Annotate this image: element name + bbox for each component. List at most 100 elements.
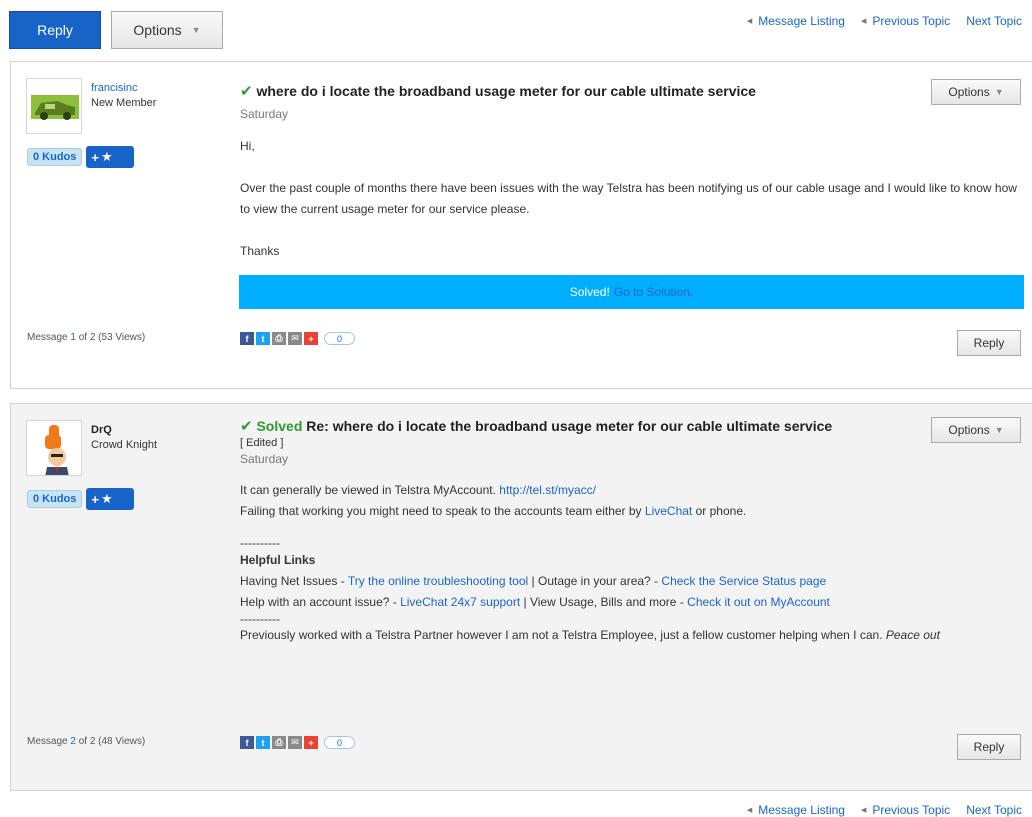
- livechat-link[interactable]: LiveChat: [645, 504, 692, 518]
- line1-text: It can generally be viewed in Telstra My…: [240, 483, 496, 497]
- options-label: Options: [133, 22, 182, 38]
- topic-navigation: ◀ Message Listing ◀ Previous Topic Next …: [747, 14, 1022, 28]
- previous-topic-link[interactable]: ◀ Previous Topic: [861, 14, 950, 28]
- message-number-link[interactable]: 1: [70, 332, 76, 343]
- email-icon[interactable]: ✉: [288, 736, 302, 749]
- helpful-links-heading: Helpful Links: [240, 553, 316, 567]
- troubleshooting-tool-link[interactable]: Try the online troubleshooting tool: [348, 574, 528, 588]
- signature-text: Previously worked with a Telstra Partner…: [240, 628, 883, 642]
- share-count: 0: [324, 332, 356, 345]
- give-kudos-button[interactable]: + ★: [86, 146, 135, 168]
- arrow-left-icon: ◀: [860, 807, 867, 814]
- body-greeting: Hi,: [240, 139, 255, 153]
- message-count: Message 2 of 2 (48 Views): [27, 736, 145, 747]
- message-count-prefix: Message: [27, 736, 68, 747]
- give-kudos-button[interactable]: + ★: [86, 488, 135, 510]
- edited-tag: [ Edited ]: [240, 437, 284, 449]
- reply-button[interactable]: Reply: [957, 734, 1021, 760]
- print-icon[interactable]: ⎙: [272, 332, 286, 345]
- solved-banner: Solved! Go to Solution.: [239, 275, 1024, 309]
- avatar[interactable]: [26, 78, 82, 134]
- message-options-button[interactable]: Options ▼: [931, 79, 1021, 105]
- signature-italic: Peace out: [885, 628, 940, 642]
- message-options-button[interactable]: Options ▼: [931, 417, 1021, 443]
- reply-button[interactable]: Reply: [9, 11, 101, 49]
- next-topic-link[interactable]: Next Topic: [966, 803, 1022, 817]
- body-line-2: Failing that working you might need to s…: [240, 501, 1030, 522]
- service-status-link[interactable]: Check the Service Status page: [661, 574, 826, 588]
- email-icon[interactable]: ✉: [288, 332, 302, 345]
- divider-text: ----------: [240, 536, 280, 550]
- post-date: Saturday: [240, 452, 289, 466]
- message-count-suffix: of 2 (48 Views): [78, 736, 146, 747]
- subject-text: where do i locate the broadband usage me…: [256, 83, 756, 99]
- hl2-pre: Help with an account issue? -: [240, 595, 397, 609]
- message-subject: ✔ Solved Re: where do i locate the broad…: [240, 417, 832, 435]
- body-line-1: It can generally be viewed in Telstra My…: [240, 480, 1030, 501]
- share-buttons: f t ⎙ ✉ + 0: [240, 736, 356, 749]
- google-plus-icon[interactable]: +: [304, 332, 318, 345]
- myaccount-url-link[interactable]: http://tel.st/myacc/: [499, 483, 596, 497]
- plus-icon: +: [91, 491, 99, 507]
- message-listing-label: Message Listing: [758, 803, 845, 817]
- myaccount-link[interactable]: Check it out on MyAccount: [687, 595, 830, 609]
- message-post: francisinc New Member 0 Kudos + ★ ✔ wher…: [10, 61, 1032, 389]
- message-listing-label: Message Listing: [758, 14, 845, 28]
- options-button[interactable]: Options ▼: [111, 11, 223, 49]
- hl1-mid: | Outage in your area? -: [531, 574, 659, 588]
- solved-label: Solved: [256, 418, 303, 434]
- hl2-mid: | View Usage, Bills and more -: [523, 595, 684, 609]
- next-topic-link[interactable]: Next Topic: [966, 14, 1022, 28]
- top-toolbar: Reply Options ▼ ◀ Message Listing ◀ Prev…: [0, 0, 1032, 56]
- share-buttons: f t ⎙ ✉ + 0: [240, 332, 356, 345]
- hl1-pre: Having Net Issues -: [240, 574, 345, 588]
- caret-down-icon: ▼: [994, 87, 1004, 97]
- author-name-link[interactable]: DrQ: [91, 424, 157, 436]
- solved-label: Solved!: [569, 285, 610, 299]
- author-rank: Crowd Knight: [91, 439, 158, 451]
- plus-icon: +: [91, 149, 99, 165]
- star-icon: ★: [101, 491, 113, 506]
- reply-button[interactable]: Reply: [957, 330, 1021, 356]
- previous-topic-link[interactable]: ◀ Previous Topic: [861, 803, 950, 817]
- avatar[interactable]: [26, 420, 82, 476]
- go-to-solution-link[interactable]: Go to Solution.: [614, 285, 693, 299]
- arrow-left-icon: ◀: [746, 18, 753, 25]
- message-number-link[interactable]: 2: [70, 736, 76, 747]
- topic-navigation-bottom: ◀ Message Listing ◀ Previous Topic Next …: [747, 803, 1022, 817]
- kudos-count[interactable]: 0 Kudos: [27, 490, 83, 508]
- message-listing-link[interactable]: ◀ Message Listing: [747, 14, 845, 28]
- print-icon[interactable]: ⎙: [272, 736, 286, 749]
- author-name-link[interactable]: francisinc: [91, 82, 156, 94]
- post-date: Saturday: [240, 107, 289, 121]
- message-body: Hi, Over the past couple of months there…: [240, 136, 1030, 262]
- message-post: DrQ Crowd Knight 0 Kudos + ★ ✔ Solved Re…: [10, 403, 1032, 791]
- kudos-row: 0 Kudos + ★: [27, 488, 135, 510]
- caret-down-icon: ▼: [191, 25, 201, 35]
- line2-pre: Failing that working you might need to s…: [240, 504, 642, 518]
- kudos-count[interactable]: 0 Kudos: [27, 148, 83, 166]
- next-topic-label: Next Topic: [966, 14, 1022, 28]
- facebook-icon[interactable]: f: [240, 332, 254, 345]
- twitter-icon[interactable]: t: [256, 736, 270, 749]
- helpful-links-row-1: Having Net Issues - Try the online troub…: [240, 571, 1030, 592]
- twitter-icon[interactable]: t: [256, 332, 270, 345]
- cartoon-avatar-icon: [27, 421, 81, 475]
- facebook-icon[interactable]: f: [240, 736, 254, 749]
- google-plus-icon[interactable]: +: [304, 736, 318, 749]
- line2-post: or phone.: [695, 504, 747, 518]
- author-info: DrQ Crowd Knight: [91, 424, 157, 451]
- arrow-left-icon: ◀: [860, 18, 867, 25]
- kudos-row: 0 Kudos + ★: [27, 146, 135, 168]
- subject-text: Re: where do i locate the broadband usag…: [306, 418, 833, 434]
- message-listing-link[interactable]: ◀ Message Listing: [747, 803, 845, 817]
- previous-topic-label: Previous Topic: [872, 14, 951, 28]
- livechat-support-link[interactable]: LiveChat 24x7 support: [400, 595, 520, 609]
- checkmark-icon: ✔: [240, 83, 253, 100]
- caret-down-icon: ▼: [994, 425, 1004, 435]
- divider-text: ----------: [240, 612, 280, 626]
- checkmark-icon: ✔: [240, 418, 253, 435]
- body-paragraph: Over the past couple of months there hav…: [240, 181, 1017, 216]
- message-count: Message 1 of 2 (53 Views): [27, 332, 145, 343]
- message-subject: ✔ where do i locate the broadband usage …: [240, 82, 756, 100]
